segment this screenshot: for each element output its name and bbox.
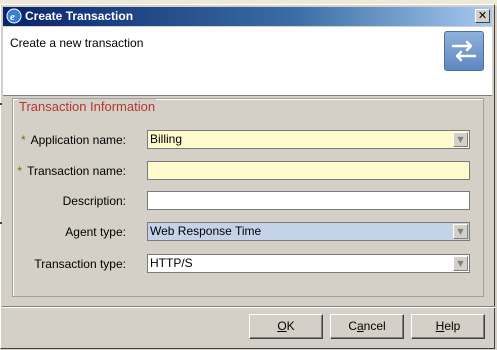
title-bar[interactable]: e Create Transaction ✕ bbox=[3, 7, 492, 26]
footer-divider-highlight bbox=[2, 307, 495, 308]
chevron-down-icon[interactable]: ▼ bbox=[453, 256, 468, 271]
close-button[interactable]: ✕ bbox=[475, 9, 490, 23]
help-button[interactable]: Help bbox=[411, 314, 485, 339]
transaction-type-select[interactable]: HTTP/S ▼ bbox=[147, 254, 470, 273]
group-legend: Transaction Information bbox=[18, 99, 157, 114]
transaction-arrows-icon bbox=[444, 31, 484, 71]
transaction-name-label: * Transaction name: bbox=[17, 164, 126, 178]
agent-type-select[interactable]: Web Response Time ▼ bbox=[147, 222, 470, 241]
transaction-type-label: Transaction type: bbox=[34, 257, 126, 271]
application-name-value: Billing bbox=[150, 132, 183, 146]
chevron-down-icon[interactable]: ▼ bbox=[453, 224, 468, 239]
transaction-name-row: * Transaction name: bbox=[0, 161, 497, 181]
background-edge-mark bbox=[0, 222, 2, 224]
transaction-type-value: HTTP/S bbox=[150, 256, 193, 270]
description-field[interactable] bbox=[147, 191, 470, 210]
svg-text:e: e bbox=[10, 11, 15, 23]
agent-type-row: Agent type: Web Response Time ▼ bbox=[0, 222, 497, 242]
transaction-type-row: Transaction type: HTTP/S ▼ bbox=[0, 254, 497, 274]
chevron-down-icon[interactable]: ▼ bbox=[453, 132, 468, 147]
close-icon: ✕ bbox=[477, 9, 488, 22]
header-panel: Create a new transaction bbox=[3, 27, 492, 96]
application-name-select[interactable]: Billing ▼ bbox=[147, 130, 470, 149]
ok-button[interactable]: OK bbox=[249, 314, 323, 339]
required-marker-icon: * bbox=[17, 164, 23, 178]
background-edge-mark bbox=[0, 103, 2, 105]
cancel-button[interactable]: Cancel bbox=[330, 314, 404, 339]
description-row: Description: bbox=[0, 191, 497, 211]
required-marker-icon: * bbox=[20, 133, 26, 147]
application-name-row: * Application name: Billing ▼ bbox=[0, 130, 497, 150]
header-description: Create a new transaction bbox=[10, 36, 144, 50]
app-logo-icon: e bbox=[6, 8, 22, 24]
dialog-title: Create Transaction bbox=[25, 9, 134, 23]
agent-type-value: Web Response Time bbox=[150, 224, 262, 238]
transaction-name-field[interactable] bbox=[147, 161, 470, 180]
application-name-label: * Application name: bbox=[20, 133, 126, 147]
description-label: Description: bbox=[62, 194, 126, 208]
agent-type-label: Agent type: bbox=[65, 225, 126, 239]
